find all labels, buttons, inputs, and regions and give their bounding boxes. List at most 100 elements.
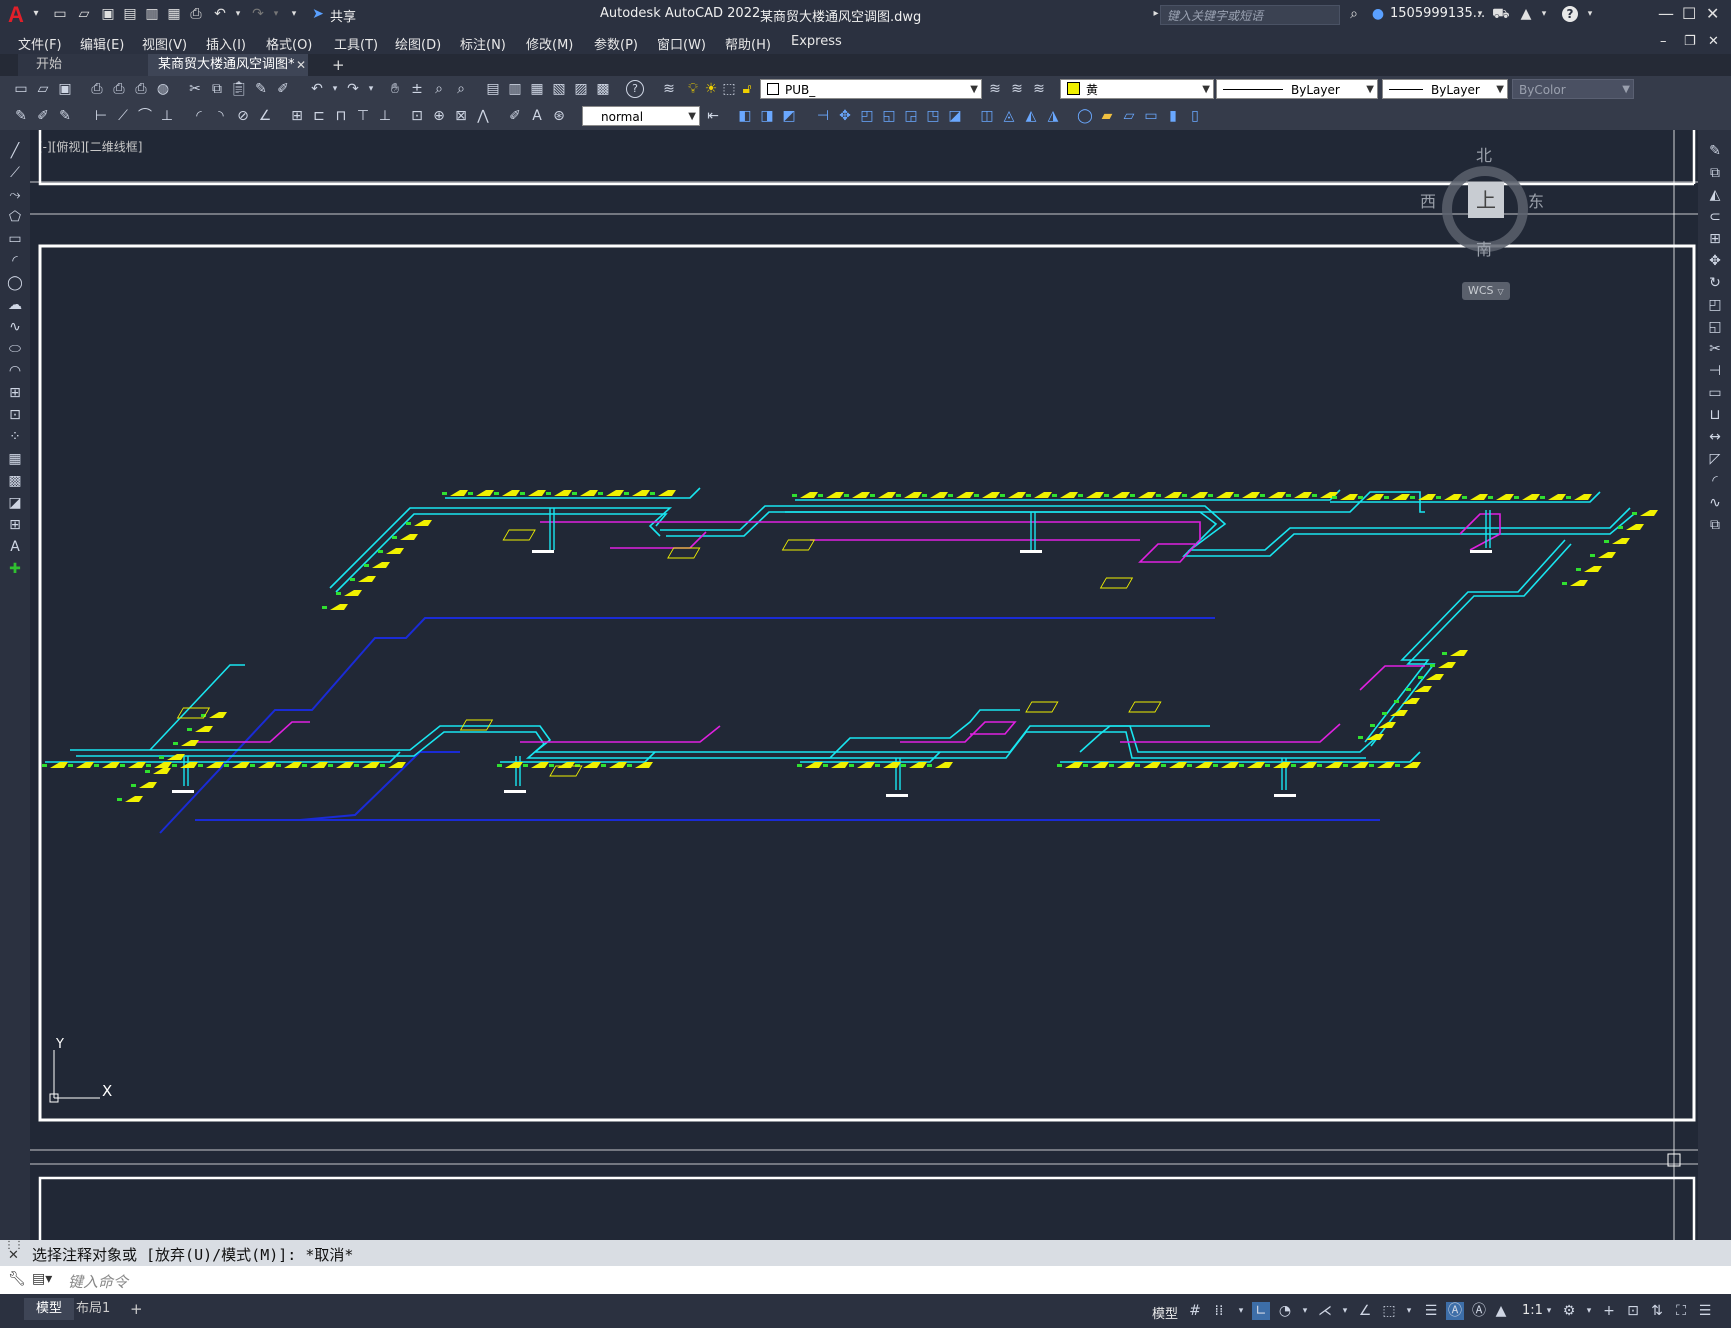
- scale-icon[interactable]: ◰: [858, 107, 876, 125]
- array-icon[interactable]: ◮: [1044, 107, 1062, 125]
- design-center-icon[interactable]: ▥: [506, 80, 524, 98]
- help-toolbar-icon[interactable]: ?: [626, 80, 644, 98]
- undo-toolbar-dropdown-icon[interactable]: ▾: [326, 80, 344, 98]
- maximize-icon[interactable]: ☐: [1682, 4, 1696, 23]
- layout1-tab[interactable]: 布局1: [64, 1298, 122, 1320]
- quickcalc-icon[interactable]: ▩: [594, 80, 612, 98]
- dim-style-icon[interactable]: ✐: [34, 107, 52, 125]
- 3d-print-icon[interactable]: ◍: [154, 80, 172, 98]
- undo-icon[interactable]: ↶: [212, 6, 228, 22]
- trim-modify-icon[interactable]: ✂: [1706, 340, 1724, 358]
- user-icon[interactable]: ●: [1370, 6, 1386, 22]
- text-style-dropdown[interactable]: normal ▼: [582, 106, 700, 126]
- point-icon[interactable]: ⁘: [6, 428, 24, 446]
- array-modify-icon[interactable]: ⊞: [1706, 230, 1724, 248]
- spline-icon[interactable]: ∿: [6, 318, 24, 336]
- group-icon[interactable]: ◯: [1076, 107, 1094, 125]
- break-point-icon[interactable]: ▭: [1706, 384, 1724, 402]
- draworder-above-icon[interactable]: ▭: [1142, 107, 1160, 125]
- help-dropdown-icon[interactable]: ▾: [1582, 6, 1598, 22]
- fillet-modify-icon[interactable]: ◜: [1706, 472, 1724, 490]
- chamfer-icon[interactable]: ◫: [978, 107, 996, 125]
- explode-modify-icon[interactable]: ⧉: [1706, 516, 1724, 534]
- model-space-button[interactable]: 模型: [1152, 1303, 1178, 1322]
- menu-window[interactable]: 窗口(W): [657, 34, 706, 53]
- object-snap-tracking-icon[interactable]: ∠: [1356, 1302, 1374, 1320]
- erase-icon[interactable]: ✎: [1706, 142, 1724, 160]
- dim-space-icon[interactable]: ⊤: [354, 107, 372, 125]
- search-icon[interactable]: ⌕: [1346, 6, 1362, 22]
- minimize-icon[interactable]: —: [1658, 4, 1674, 23]
- diameter-dim-icon[interactable]: ⊘: [234, 107, 252, 125]
- mirror-object-icon[interactable]: ◨: [758, 107, 776, 125]
- layer-viewport-icon[interactable]: ⬚: [720, 80, 738, 98]
- table-icon[interactable]: ⊞: [6, 516, 24, 534]
- viewcube[interactable]: 上 北 南 东 西 WCS ▽: [1416, 140, 1556, 300]
- fillet-icon[interactable]: ◬: [1000, 107, 1018, 125]
- redo-toolbar-icon[interactable]: ↷: [344, 80, 362, 98]
- annotation-visibility-icon[interactable]: Ⓐ: [1446, 1302, 1464, 1320]
- zoom-window-icon[interactable]: ⌕: [430, 80, 448, 98]
- copy-icon[interactable]: ⧉: [208, 80, 226, 98]
- save-icon[interactable]: ▣: [100, 6, 116, 22]
- draworder-front-icon[interactable]: ▰: [1098, 107, 1116, 125]
- gradient-icon[interactable]: ▩: [6, 472, 24, 490]
- drawing-canvas[interactable]: [-][俯视][二维线框] Y X 上 北 南 东 西 WCS ▽: [30, 130, 1698, 1240]
- paste-icon[interactable]: 📋︎: [230, 80, 248, 98]
- recent-commands-icon[interactable]: ▤▾: [32, 1271, 52, 1287]
- layer-states-icon[interactable]: ≋: [1030, 80, 1048, 98]
- tab-drawing[interactable]: 某商贸大楼通风空调图*: [148, 54, 308, 76]
- undo-toolbar-icon[interactable]: ↶: [308, 80, 326, 98]
- app-dropdown-icon[interactable]: ▾: [1536, 6, 1552, 22]
- sheet-set-icon[interactable]: ▧: [550, 80, 568, 98]
- aligned-dim-icon[interactable]: ⟋: [114, 107, 132, 125]
- add-layout-button[interactable]: +: [118, 1298, 155, 1320]
- clean-screen-icon[interactable]: ⛶: [1672, 1302, 1690, 1320]
- pan-icon[interactable]: ✋︎: [386, 80, 404, 98]
- compass-north[interactable]: 北: [1476, 142, 1492, 166]
- share-button[interactable]: 共享: [330, 6, 356, 25]
- save-web-icon[interactable]: ▦: [166, 6, 182, 22]
- annotation-monitor-icon[interactable]: +: [1600, 1302, 1618, 1320]
- tab-start[interactable]: 开始: [18, 54, 148, 76]
- auto-scale-icon[interactable]: Ⓐ: [1470, 1302, 1488, 1320]
- continue-dim-icon[interactable]: ⊓: [332, 107, 350, 125]
- match-properties-icon[interactable]: ✎: [252, 80, 270, 98]
- linear-dim-icon[interactable]: ⊢: [92, 107, 110, 125]
- layer-previous-icon[interactable]: ≋: [1008, 80, 1026, 98]
- app-menu-arrow-icon[interactable]: ▾: [28, 6, 44, 22]
- lineweight-icon[interactable]: ☰: [1422, 1302, 1440, 1320]
- isodraft-dropdown-icon[interactable]: ▾: [1336, 1302, 1354, 1320]
- offset-object-icon[interactable]: ◩: [780, 107, 798, 125]
- radius-dim-icon[interactable]: ◜: [190, 107, 208, 125]
- object-snap-icon[interactable]: ⬚: [1380, 1302, 1398, 1320]
- explode-icon[interactable]: ◭: [1022, 107, 1040, 125]
- command-input[interactable]: 键入命令: [68, 1271, 128, 1292]
- move-icon[interactable]: ✥: [836, 107, 854, 125]
- draworder-back-icon[interactable]: ▱: [1120, 107, 1138, 125]
- lengthen-icon[interactable]: ◲: [902, 107, 920, 125]
- construction-line-icon[interactable]: ⟋: [6, 164, 24, 182]
- help-icon[interactable]: ?: [1562, 6, 1578, 22]
- baseline-dim-icon[interactable]: ⊏: [310, 107, 328, 125]
- menu-draw[interactable]: 绘图(D): [395, 34, 441, 53]
- polar-tracking-icon[interactable]: ◔: [1276, 1302, 1294, 1320]
- redo-toolbar-dropdown-icon[interactable]: ▾: [362, 80, 380, 98]
- polyline-icon[interactable]: ⤳: [6, 186, 24, 204]
- zoom-realtime-icon[interactable]: ±: [408, 80, 426, 98]
- add-selected-icon[interactable]: ✚: [6, 560, 24, 578]
- dim-break-icon[interactable]: ⊥: [376, 107, 394, 125]
- mirror-icon[interactable]: ◭: [1706, 186, 1724, 204]
- tab-close-icon[interactable]: ✕: [286, 54, 316, 76]
- dim-override-icon[interactable]: ✎: [56, 107, 74, 125]
- lineweight-dropdown[interactable]: ByLayer ▼: [1382, 79, 1508, 99]
- quick-dim-icon[interactable]: ⊞: [288, 107, 306, 125]
- dim-update-icon[interactable]: ✎: [12, 107, 30, 125]
- draworder-below-icon[interactable]: ▮: [1164, 107, 1182, 125]
- dim-reassociate-icon[interactable]: ⊛: [550, 107, 568, 125]
- new-icon[interactable]: ▭: [12, 80, 30, 98]
- layer-dropdown[interactable]: PUB_ ▼: [760, 79, 982, 99]
- offset-icon[interactable]: ⊂: [1706, 208, 1724, 226]
- dim-style-manager-icon[interactable]: ⇤: [704, 107, 722, 125]
- ordinate-dim-icon[interactable]: ⊥: [158, 107, 176, 125]
